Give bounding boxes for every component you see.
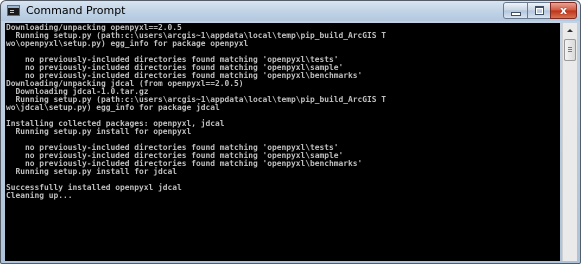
console-line: wo\openpyxl\setup.py) egg_info for packa… <box>6 39 249 48</box>
cmd-icon[interactable] <box>7 5 20 16</box>
window-title: Command Prompt <box>26 4 126 17</box>
console-line: Running setup.py install for openpyxl <box>6 127 192 136</box>
scroll-up-arrow-icon[interactable] <box>563 23 577 38</box>
console-line: Running setup.py install for jdcal <box>6 167 178 176</box>
scroll-thumb[interactable] <box>564 39 576 61</box>
console-output[interactable]: Downloading/unpacking openpyxl==2.0.5 Ru… <box>5 23 560 261</box>
close-icon: x <box>559 4 568 17</box>
console-lines: Downloading/unpacking openpyxl==2.0.5 Ru… <box>6 24 386 200</box>
minimize-icon <box>510 11 521 16</box>
title-bar[interactable]: Command Prompt x <box>1 1 580 21</box>
console-line: Cleaning up... <box>6 191 73 200</box>
command-prompt-window: Command Prompt x Downloading/unpacking o… <box>0 0 581 264</box>
vertical-scrollbar[interactable] <box>562 23 577 261</box>
console-line: wo\jdcal\setup.py) egg_info for package … <box>6 103 220 112</box>
close-button[interactable]: x <box>550 2 577 19</box>
minimize-button[interactable] <box>503 2 528 19</box>
maximize-button[interactable] <box>527 2 551 19</box>
maximize-icon <box>534 6 544 15</box>
